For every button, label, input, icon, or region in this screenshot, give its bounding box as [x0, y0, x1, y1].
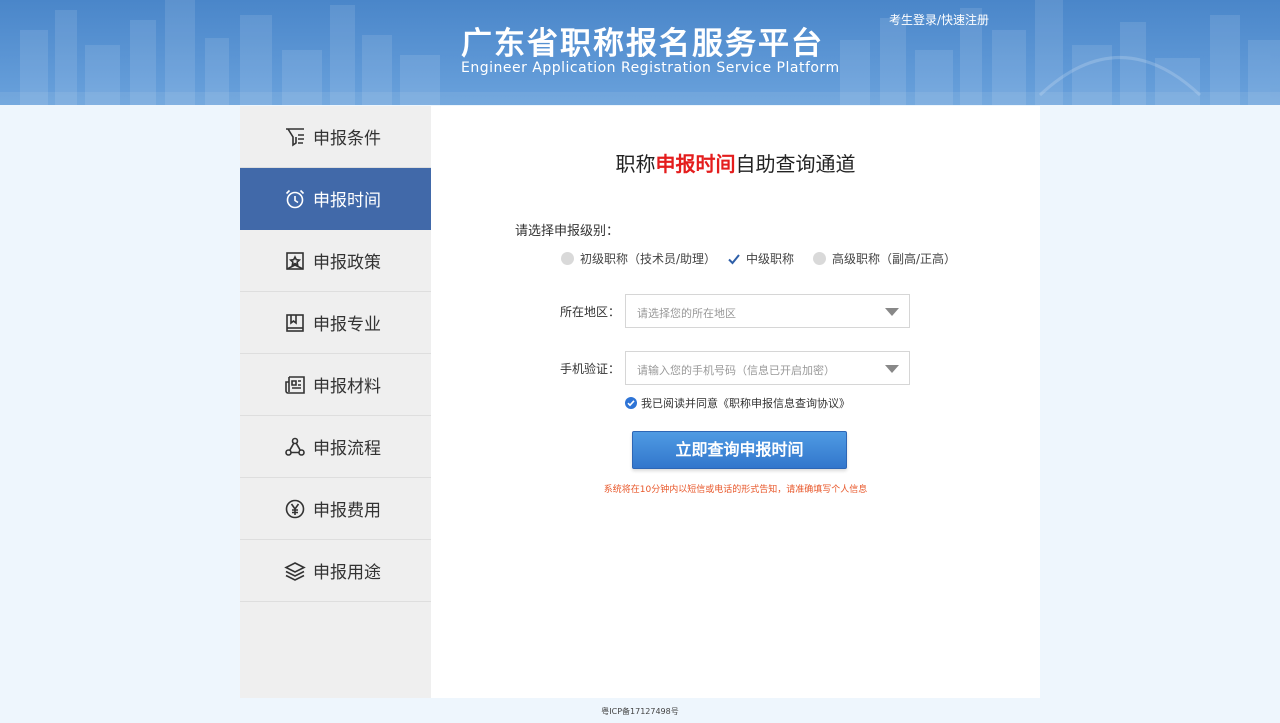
sidebar-item-label: 申报条件 [313, 129, 381, 149]
checkmark-icon [728, 253, 740, 264]
check-circle-icon [625, 397, 637, 409]
region-placeholder: 请选择您的所在地区 [637, 307, 736, 320]
sidebar-item-fees[interactable]: 申报费用 [240, 478, 431, 540]
page-title-suffix: 自助查询通道 [735, 152, 856, 176]
yen-coin-icon [285, 499, 305, 518]
level-label: 请选择申报级别： [515, 224, 620, 239]
level-radio-label: 高级职称（副高/正高） [832, 252, 957, 266]
phone-label: 手机验证： [560, 362, 621, 376]
chevron-down-icon [885, 365, 899, 373]
sidebar-item-label: 申报时间 [313, 191, 381, 211]
phone-input[interactable]: 请输入您的手机号码（信息已开启加密） [625, 351, 910, 385]
sidebar-item-label: 申报材料 [313, 377, 381, 397]
sidebar-item-label: 申报流程 [313, 439, 381, 459]
sidebar-item-label: 申报费用 [313, 501, 381, 521]
sidebar-nav: 申报条件 申报时间 申报政策 申报专业 申报材料 申报流程 申报费用 申报用途 [240, 106, 431, 698]
sidebar-item-conditions[interactable]: 申报条件 [240, 106, 431, 168]
sidebar-item-materials[interactable]: 申报材料 [240, 354, 431, 416]
page-title-prefix: 职称 [615, 152, 656, 176]
workflow-nodes-icon [285, 437, 305, 456]
level-radio-label: 初级职称（技术员/助理） [580, 252, 717, 266]
agreement-text: 我已阅读并同意《职称申报信息查询协议》 [641, 397, 850, 410]
phone-placeholder: 请输入您的手机号码（信息已开启加密） [637, 364, 835, 377]
level-radio-intermediate[interactable]: 中级职称 [727, 250, 794, 267]
chevron-down-icon [885, 308, 899, 316]
page-title: 职称申报时间自助查询通道 [431, 148, 1040, 177]
header-banner: 广东省职称报名服务平台 Engineer Application Registr… [0, 0, 1280, 105]
sidebar-item-policy[interactable]: 申报政策 [240, 230, 431, 292]
radio-unselected-icon [561, 252, 574, 265]
sidebar-item-label: 申报专业 [313, 315, 381, 335]
radio-unselected-icon [813, 252, 826, 265]
site-title: 广东省职称报名服务平台 [461, 26, 824, 62]
document-star-icon [286, 251, 304, 270]
newspaper-icon [285, 375, 305, 394]
layers-icon [284, 561, 306, 581]
agreement-checkbox[interactable]: 我已阅读并同意《职称申报信息查询协议》 [625, 395, 850, 411]
bookmark-book-icon [286, 313, 304, 332]
sidebar-item-label: 申报政策 [313, 253, 381, 273]
region-label: 所在地区： [560, 305, 621, 319]
footer-icp: 粤ICP备17127498号 [601, 707, 679, 716]
main-panel: 职称申报时间自助查询通道 请选择申报级别： 初级职称（技术员/助理） 中级职称 … [431, 106, 1040, 698]
site-subtitle: Engineer Application Registration Servic… [461, 60, 840, 76]
query-submit-button[interactable]: 立即查询申报时间 [632, 431, 847, 469]
page-title-highlight: 申报时间 [655, 152, 736, 176]
sidebar-item-time[interactable]: 申报时间 [240, 168, 431, 230]
sidebar-item-label: 申报用途 [313, 563, 381, 583]
notice-text: 系统将在10分钟内以短信或电话的形式告知，请准确填写个人信息 [603, 485, 868, 495]
sidebar-item-major[interactable]: 申报专业 [240, 292, 431, 354]
level-radio-junior[interactable]: 初级职称（技术员/助理） [561, 250, 716, 267]
level-radio-label: 中级职称 [746, 252, 795, 266]
login-register-link[interactable]: 考生登录/快速注册 [889, 11, 989, 28]
sidebar-item-usage[interactable]: 申报用途 [240, 540, 431, 602]
sidebar-item-process[interactable]: 申报流程 [240, 416, 431, 478]
filter-list-icon [286, 127, 304, 146]
level-radio-senior[interactable]: 高级职称（副高/正高） [813, 250, 956, 267]
region-select[interactable]: 请选择您的所在地区 [625, 294, 910, 328]
alarm-clock-icon [285, 189, 305, 208]
